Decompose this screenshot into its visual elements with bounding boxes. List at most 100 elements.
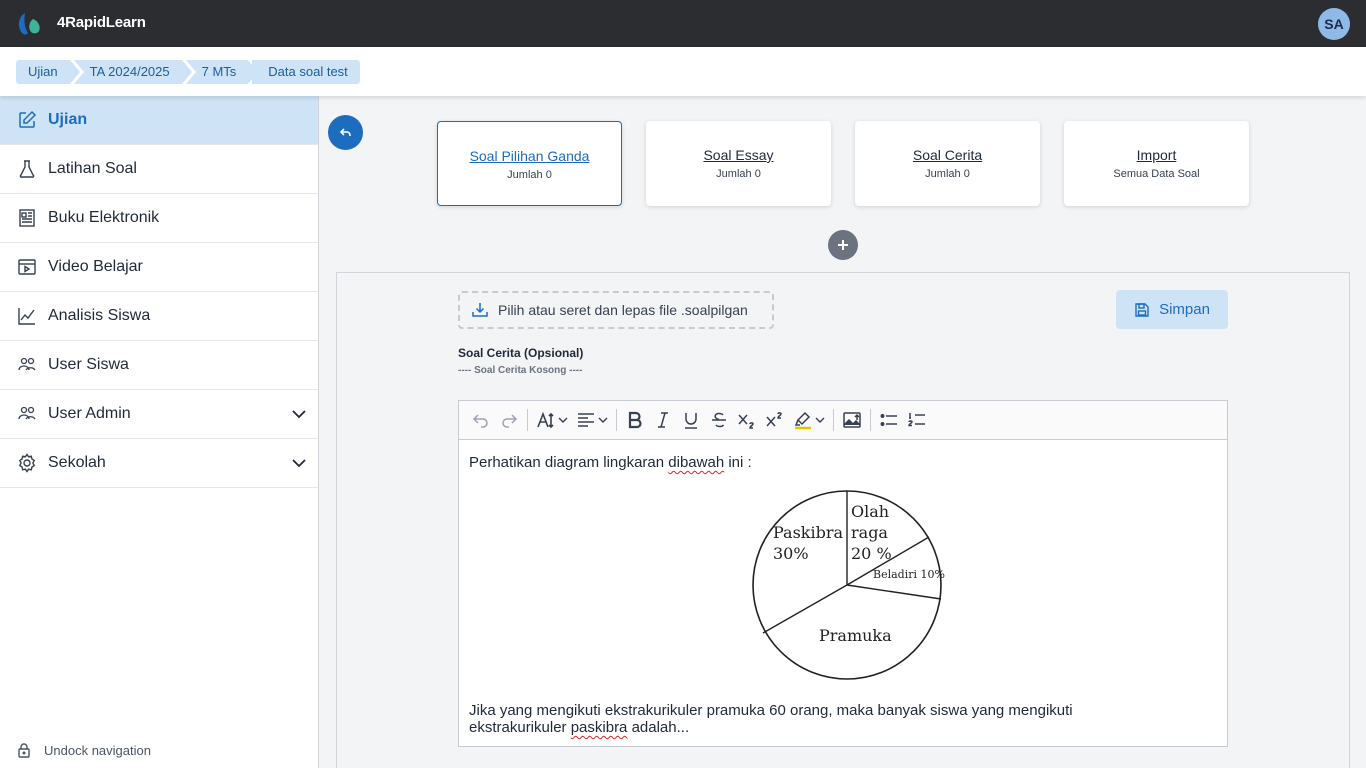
bold-icon xyxy=(628,411,642,429)
question-intro: Perhatikan diagram lingkaran dibawah ini… xyxy=(469,454,752,471)
avatar[interactable]: SA xyxy=(1318,8,1350,40)
sidebar-item-video-belajar[interactable]: Video Belajar xyxy=(0,243,318,292)
breadcrumb-item-current[interactable]: Data soal test xyxy=(252,60,360,84)
card-sub: Jumlah 0 xyxy=(507,169,552,181)
sidebar-item-label: Sekolah xyxy=(48,454,106,471)
subscript-button[interactable] xyxy=(733,405,761,435)
breadcrumb: Ujian TA 2024/2025 7 MTs Data soal test xyxy=(16,60,364,84)
highlight-dropdown[interactable] xyxy=(789,405,829,435)
chevron-down-icon xyxy=(558,417,568,423)
sidebar-item-label: Analisis Siswa xyxy=(48,307,151,324)
sidebar-item-latihan-soal[interactable]: Latihan Soal xyxy=(0,145,318,194)
soal-cerita-empty: ---- Soal Cerita Kosong ---- xyxy=(458,365,583,376)
subscript-icon xyxy=(738,414,754,429)
pie-label-paskibra-pct: 30% xyxy=(773,544,809,563)
pie-label-paskibra: Paskibra xyxy=(773,523,844,542)
sidebar-item-sekolah[interactable]: Sekolah xyxy=(0,439,318,488)
breadcrumb-item-class[interactable]: 7 MTs xyxy=(185,60,258,84)
alignment-dropdown[interactable] xyxy=(572,405,612,435)
undock-label: Undock navigation xyxy=(44,742,151,758)
brand-name: 4RapidLearn xyxy=(57,14,146,31)
bold-button[interactable] xyxy=(621,405,649,435)
card-import[interactable]: Import Semua Data Soal xyxy=(1064,121,1249,206)
logo-icon xyxy=(18,13,40,35)
sidebar-item-user-admin[interactable]: User Admin xyxy=(0,390,318,439)
pie-chart-image: Paskibra 30% Olah raga 20 % Beladiri 10%… xyxy=(749,487,945,683)
italic-button[interactable] xyxy=(649,405,677,435)
card-soal-pilihan-ganda[interactable]: Soal Pilihan Ganda Jumlah 0 xyxy=(437,121,622,206)
editor-content[interactable]: Perhatikan diagram lingkaran dibawah ini… xyxy=(459,440,1227,471)
pie-chart-svg: Paskibra 30% Olah raga 20 % Beladiri 10%… xyxy=(752,490,945,680)
italic-icon xyxy=(658,412,668,428)
undo-icon xyxy=(472,414,488,428)
back-button[interactable] xyxy=(328,115,363,150)
save-button[interactable]: Simpan xyxy=(1116,290,1228,329)
sidebar-item-user-siswa[interactable]: User Siswa xyxy=(0,341,318,390)
save-icon xyxy=(1135,302,1149,317)
video-icon xyxy=(17,257,37,277)
insert-image-button[interactable] xyxy=(838,405,866,435)
dropzone-label: Pilih atau seret dan lepas file .soalpil… xyxy=(498,302,748,318)
pie-label-beladiri: Beladiri 10% xyxy=(873,568,945,581)
superscript-icon xyxy=(766,412,782,427)
highlighter-icon xyxy=(794,411,811,430)
sidebar-item-analisis-siswa[interactable]: Analisis Siswa xyxy=(0,292,318,341)
file-dropzone[interactable]: Pilih atau seret dan lepas file .soalpil… xyxy=(458,291,774,329)
soal-cerita-label: Soal Cerita (Opsional) xyxy=(458,346,584,360)
breadcrumb-bar: Ujian TA 2024/2025 7 MTs Data soal test xyxy=(0,47,1366,96)
question-text: Jika yang mengikuti ekstrakurikuler pram… xyxy=(469,702,1073,736)
underline-icon xyxy=(685,413,697,429)
card-sub: Jumlah 0 xyxy=(925,168,970,180)
pie-label-raga: raga xyxy=(851,523,888,542)
undock-navigation-button[interactable]: Undock navigation xyxy=(16,742,151,758)
card-sub: Semua Data Soal xyxy=(1113,168,1200,180)
toolbar-separator xyxy=(527,409,528,431)
bulleted-list-button[interactable] xyxy=(875,405,903,435)
plus-icon xyxy=(838,240,848,250)
font-size-icon xyxy=(537,411,554,429)
users-icon xyxy=(17,404,37,424)
superscript-button[interactable] xyxy=(761,405,789,435)
align-left-icon xyxy=(578,413,594,427)
rich-text-editor[interactable]: Perhatikan diagram lingkaran dibawah ini… xyxy=(458,400,1228,747)
chevron-down-icon[interactable] xyxy=(290,454,308,472)
edit-icon xyxy=(17,110,37,130)
chevron-down-icon xyxy=(598,417,608,423)
redo-button[interactable] xyxy=(495,405,523,435)
breadcrumb-item-ujian[interactable]: Ujian xyxy=(16,60,80,84)
pie-label-pramuka: Pramuka xyxy=(819,626,892,645)
editor-toolbar xyxy=(459,401,1227,440)
pie-label-olah-pct: 20 % xyxy=(851,544,892,563)
card-soal-cerita[interactable]: Soal Cerita Jumlah 0 xyxy=(855,121,1040,206)
sidebar-item-label: Video Belajar xyxy=(48,258,143,275)
toolbar-separator xyxy=(833,409,834,431)
toolbar-separator xyxy=(616,409,617,431)
chevron-down-icon[interactable] xyxy=(290,405,308,423)
gear-icon xyxy=(17,453,37,473)
strikethrough-button[interactable] xyxy=(705,405,733,435)
card-sub: Jumlah 0 xyxy=(716,168,761,180)
sidebar: Ujian Latihan Soal Buku Elektronik Video… xyxy=(0,96,319,768)
lock-icon xyxy=(18,743,30,758)
sidebar-item-label: Buku Elektronik xyxy=(48,209,160,226)
flask-icon xyxy=(17,159,37,179)
redo-icon xyxy=(502,414,518,428)
toolbar-separator xyxy=(870,409,871,431)
sidebar-item-buku-elektronik[interactable]: Buku Elektronik xyxy=(0,194,318,243)
sidebar-item-label: Ujian xyxy=(48,111,88,128)
numbered-list-button[interactable] xyxy=(903,405,931,435)
pie-label-olah: Olah xyxy=(851,502,889,521)
font-size-dropdown[interactable] xyxy=(532,405,572,435)
breadcrumb-item-ta[interactable]: TA 2024/2025 xyxy=(73,60,192,84)
card-soal-essay[interactable]: Soal Essay Jumlah 0 xyxy=(646,121,831,206)
numbered-list-icon xyxy=(908,413,925,427)
book-icon xyxy=(17,208,37,228)
add-question-button[interactable] xyxy=(828,230,858,260)
undo-button[interactable] xyxy=(467,405,495,435)
underline-button[interactable] xyxy=(677,405,705,435)
users-icon xyxy=(17,355,37,375)
sidebar-item-label: User Admin xyxy=(48,405,131,422)
strikethrough-icon xyxy=(712,412,726,428)
sidebar-item-ujian[interactable]: Ujian xyxy=(0,96,318,145)
card-title: Soal Cerita xyxy=(912,147,983,163)
